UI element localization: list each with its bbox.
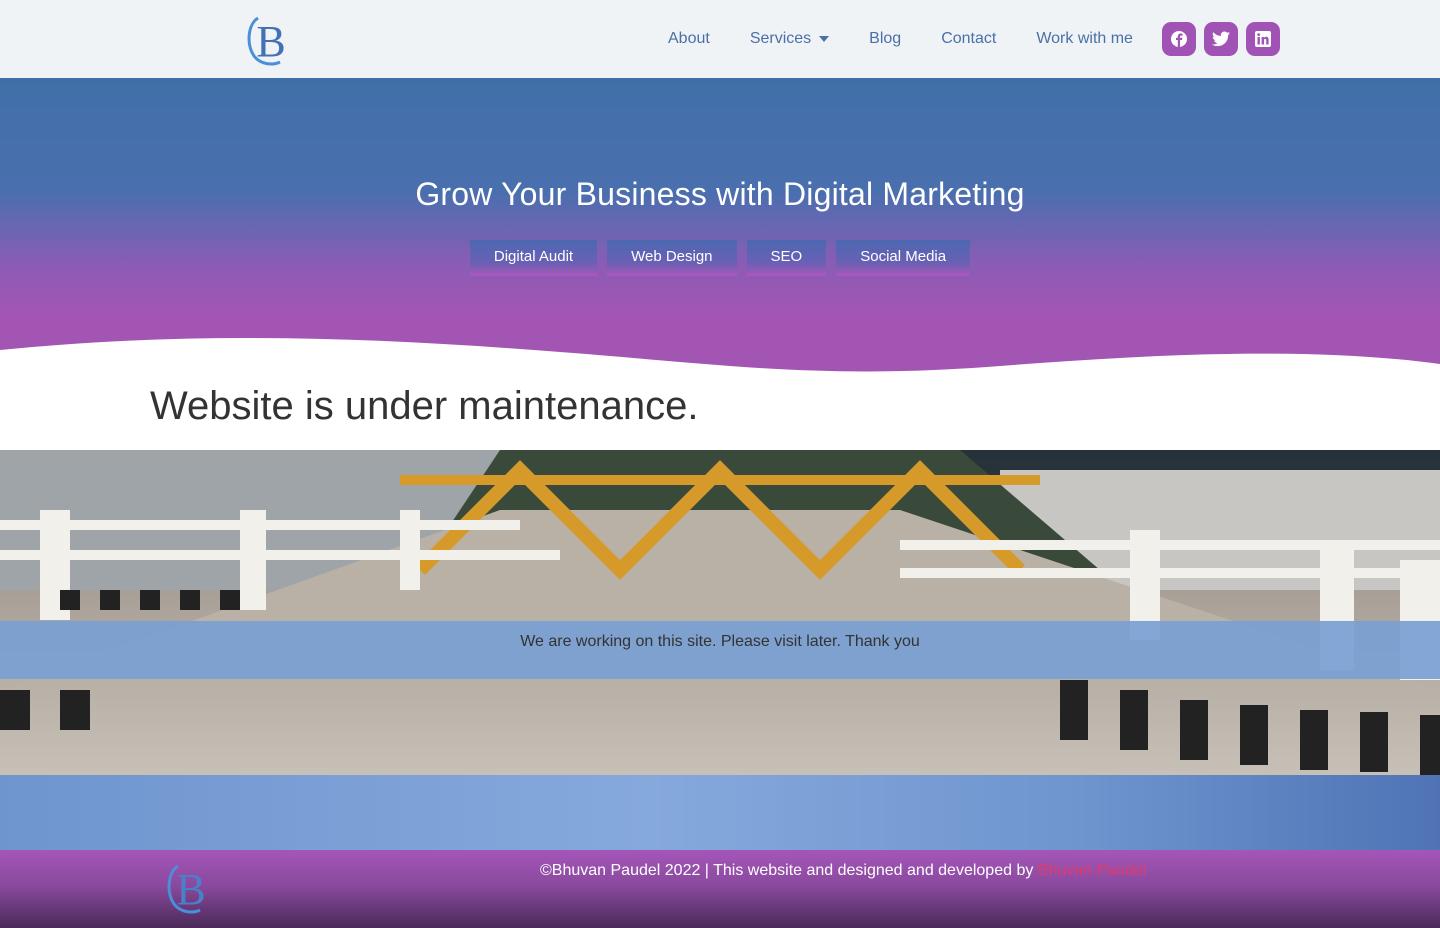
web-design-button[interactable]: Web Design: [607, 240, 737, 276]
twitter-icon: [1212, 31, 1230, 47]
nav-work-with-me[interactable]: Work with me: [1036, 30, 1133, 48]
nav-contact[interactable]: Contact: [941, 30, 996, 48]
hero-wave-divider: [0, 337, 1440, 390]
copyright-label: ©Bhuvan Paudel 2022 | This website and d…: [540, 862, 1034, 879]
nav-services[interactable]: Services: [750, 30, 830, 48]
copyright-text: ©Bhuvan Paudel 2022 | This website and d…: [540, 862, 1146, 880]
footer-logo[interactable]: B: [164, 858, 218, 916]
brand-logo[interactable]: B: [244, 10, 298, 68]
author-link[interactable]: Bhuvan Paudel: [1038, 862, 1147, 879]
maintenance-notice: We are working on this site. Please visi…: [520, 633, 920, 650]
svg-text:B: B: [176, 865, 205, 914]
digital-audit-button[interactable]: Digital Audit: [469, 240, 598, 276]
decorative-blue-strip: [0, 775, 1440, 850]
facebook-icon: [1171, 31, 1187, 47]
site-footer: B ©Bhuvan Paudel 2022 | This website and…: [0, 850, 1440, 928]
bridge-image: [0, 450, 1440, 775]
maintenance-heading: Website is under maintenance.: [150, 384, 699, 428]
social-media-button[interactable]: Social Media: [836, 240, 971, 276]
linkedin-icon: [1255, 31, 1271, 47]
social-links: [1162, 22, 1288, 56]
seo-button[interactable]: SEO: [746, 240, 827, 276]
twitter-link[interactable]: [1204, 22, 1238, 56]
site-header: B About Services Blog Contact Work with …: [0, 0, 1440, 78]
nav-about[interactable]: About: [668, 30, 710, 48]
main-nav: About Services Blog Contact Work with me: [648, 0, 1153, 78]
service-buttons: Digital Audit Web Design SEO Social Medi…: [0, 240, 1440, 276]
svg-text:B: B: [256, 17, 285, 66]
linkedin-link[interactable]: [1246, 22, 1280, 56]
chevron-down-icon: [819, 36, 830, 42]
facebook-link[interactable]: [1162, 22, 1196, 56]
hero-title: Grow Your Business with Digital Marketin…: [415, 176, 1025, 212]
bridge-photo: [0, 450, 1440, 775]
nav-blog[interactable]: Blog: [869, 30, 901, 48]
